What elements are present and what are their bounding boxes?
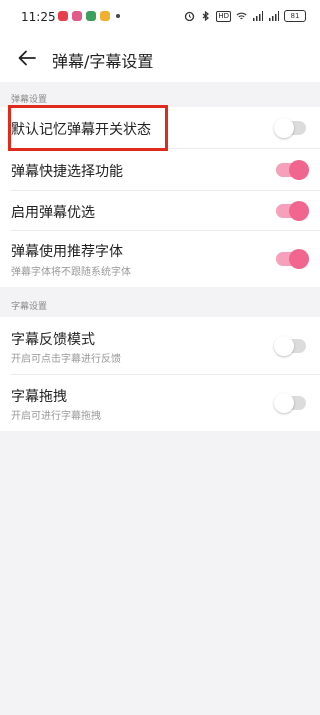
hd-badge: HD — [216, 10, 231, 22]
settings-row-subtitle-drag[interactable]: 字幕拖拽 开启可进行字幕拖拽 — [0, 375, 320, 431]
toggle-switch-subtitle-drag[interactable] — [274, 393, 306, 413]
top-nav-bar: 弹幕/字幕设置 — [0, 36, 320, 82]
app-icon — [86, 11, 96, 21]
more-notifications-icon — [116, 14, 120, 18]
toggle-knob — [289, 160, 309, 180]
row-title: 字幕拖拽 — [11, 389, 67, 405]
toggle-switch-recommended-font[interactable] — [276, 249, 309, 269]
row-title: 弹幕使用推荐字体 — [11, 244, 123, 260]
app-icon — [100, 11, 110, 21]
back-button[interactable] — [12, 43, 42, 73]
battery-icon: 81 — [284, 10, 306, 22]
toggle-knob — [274, 118, 294, 138]
row-subtitle: 开启可进行字幕拖拽 — [11, 411, 101, 422]
wifi-icon — [236, 12, 247, 20]
settings-row-recommended-font[interactable]: 弹幕使用推荐字体 弹幕字体将不跟随系统字体 — [0, 231, 320, 287]
status-bar: 11:25 HD 81 — [0, 0, 320, 36]
section-header-label: 字幕设置 — [11, 302, 48, 312]
row-title: 弹幕快捷选择功能 — [11, 164, 123, 180]
toggle-switch-remember-danmaku[interactable] — [274, 118, 306, 138]
bluetooth-icon — [202, 11, 210, 21]
highlight-annotation-box — [8, 105, 168, 151]
toggle-knob — [274, 336, 294, 356]
page-title: 弹幕/字幕设置 — [52, 52, 154, 71]
settings-row-danmaku-optimize[interactable]: 启用弹幕优选 — [0, 191, 320, 231]
alarm-icon — [185, 11, 195, 21]
signal-icon — [269, 11, 279, 21]
toggle-switch-subtitle-feedback[interactable] — [274, 336, 306, 356]
toggle-switch-danmaku-optimize[interactable] — [276, 201, 309, 221]
section-header-label: 弹幕设置 — [11, 95, 48, 105]
weibo-icon — [58, 11, 68, 21]
toggle-knob — [289, 201, 309, 221]
status-icons: HD 81 — [184, 10, 306, 22]
row-title: 字幕反馈模式 — [11, 332, 95, 348]
section-header-subtitle: 字幕设置 — [0, 291, 320, 317]
toggle-knob — [274, 393, 294, 413]
row-subtitle: 弹幕字体将不跟随系统字体 — [11, 267, 131, 278]
settings-row-quick-select[interactable]: 弹幕快捷选择功能 — [0, 149, 320, 191]
row-subtitle: 开启可点击字幕进行反馈 — [11, 354, 121, 365]
row-title: 启用弹幕优选 — [11, 205, 95, 221]
settings-row-subtitle-feedback[interactable]: 字幕反馈模式 开启可点击字幕进行反馈 — [0, 317, 320, 375]
signal-icon — [253, 11, 263, 21]
arrow-left-icon — [18, 50, 36, 66]
toggle-knob — [289, 249, 309, 269]
notification-icons — [58, 11, 120, 21]
app-icon — [72, 11, 82, 21]
toggle-switch-quick-select[interactable] — [276, 160, 309, 180]
status-time: 11:25 — [21, 10, 56, 24]
